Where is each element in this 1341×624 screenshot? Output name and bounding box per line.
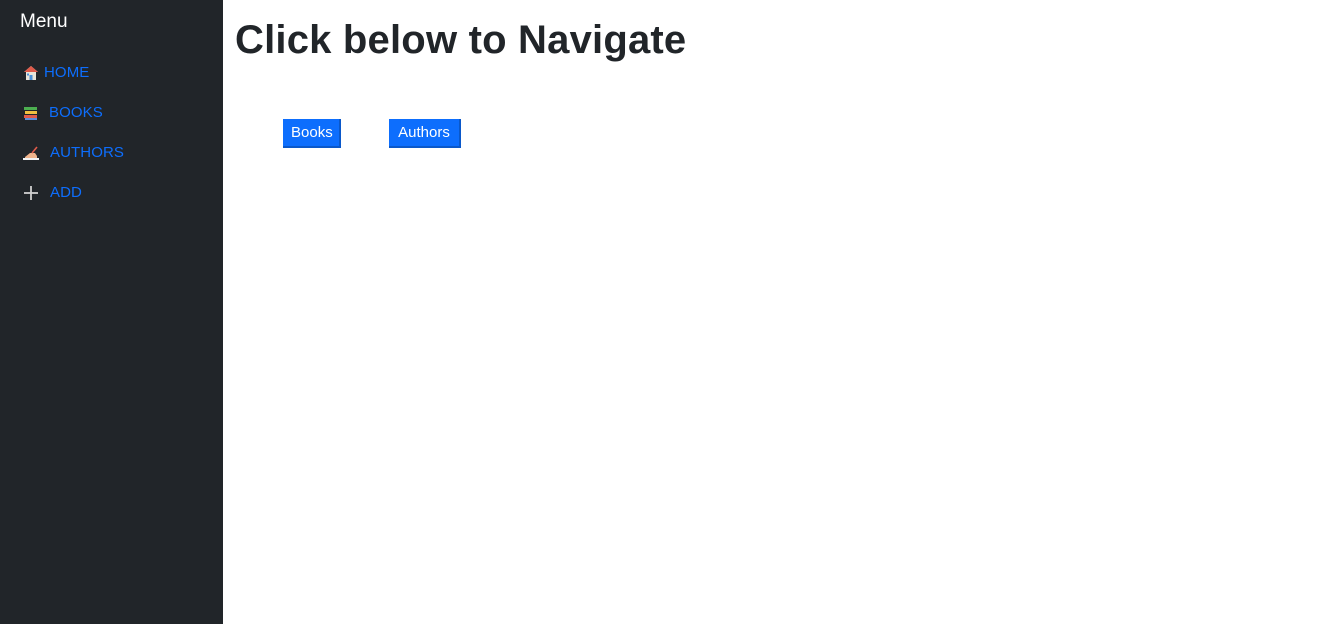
sidebar-item-label: BOOKS (49, 104, 103, 121)
sidebar-item-add[interactable]: ADD (22, 183, 82, 203)
page-title: Click below to Navigate (235, 18, 687, 62)
sidebar-item-label: HOME (44, 64, 90, 81)
books-button[interactable]: Books (283, 119, 341, 148)
sidebar: Menu HOME BOOKS AUTHORS ADD (0, 0, 223, 624)
writing-hand-icon (22, 144, 40, 162)
house-icon (22, 64, 40, 82)
authors-button[interactable]: Authors (389, 119, 461, 148)
sidebar-item-label: ADD (50, 184, 82, 201)
plus-icon (22, 184, 40, 202)
sidebar-item-label: AUTHORS (50, 144, 125, 161)
sidebar-item-books[interactable]: BOOKS (22, 103, 103, 123)
sidebar-item-authors[interactable]: AUTHORS (22, 143, 124, 163)
sidebar-item-home[interactable]: HOME (22, 63, 89, 83)
menu-title: Menu (20, 11, 68, 32)
books-icon (22, 104, 40, 122)
